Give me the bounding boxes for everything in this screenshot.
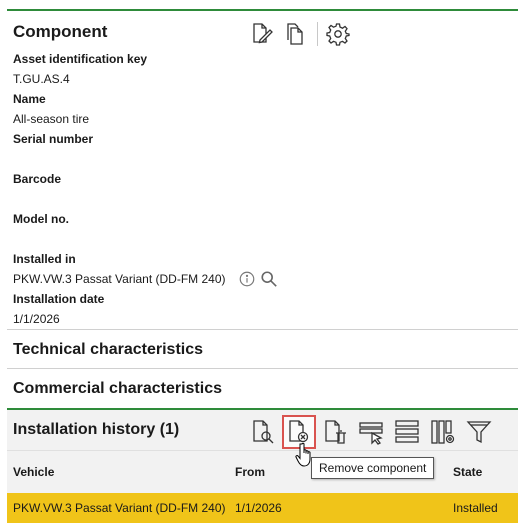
filter-icon[interactable] [463,416,495,448]
installation-history-title: Installation history (1) [13,421,180,438]
commercial-characteristics-section[interactable]: Commercial characteristics [7,368,518,407]
field-value[interactable]: 1/1/2026 [13,309,518,329]
technical-characteristics-section[interactable]: Technical characteristics [7,329,518,368]
field-installed-in: Installed in PKW.VW.3 Passat Variant (DD… [13,249,518,289]
field-label: Installed in [13,252,76,266]
component-header: Component [7,9,518,49]
commercial-characteristics-title: Commercial characteristics [13,380,222,397]
installed-in-value[interactable]: PKW.VW.3 Passat Variant (DD-FM 240) [13,269,226,289]
field-barcode: Barcode [13,169,518,209]
component-fields: Asset identification key T.GU.AS.4 Name … [7,49,518,329]
info-icon[interactable] [238,270,256,288]
copy-document-icon[interactable] [281,20,309,48]
field-label: Serial number [13,132,94,146]
table-row[interactable]: PKW.VW.3 Passat Variant (DD-FM 240) 1/1/… [7,492,518,523]
cell-vehicle: PKW.VW.3 Passat Variant (DD-FM 240) [7,492,229,523]
field-asset-id: Asset identification key T.GU.AS.4 [13,49,518,89]
field-name: Name All-season tire [13,89,518,129]
column-header-state[interactable]: State [447,450,518,493]
field-value[interactable]: T.GU.AS.4 [13,69,518,89]
component-toolbar [247,20,358,48]
field-label: Name [13,92,46,106]
preview-document-icon[interactable] [247,416,279,448]
cell-state: Installed [447,492,518,523]
cell-from: 1/1/2026 [229,492,331,523]
installation-history-toolbar [247,415,499,449]
delete-document-icon[interactable] [319,416,351,448]
field-label: Asset identification key [13,52,148,66]
technical-characteristics-title: Technical characteristics [13,341,204,358]
field-installation-date: Installation date 1/1/2026 [13,289,518,329]
component-title: Component [13,22,108,41]
toolbar-divider [317,22,318,46]
gear-icon[interactable] [324,20,352,48]
field-label: Barcode [13,172,62,186]
field-value[interactable]: All-season tire [13,109,518,129]
rows-icon[interactable] [391,416,423,448]
component-panel: Component Asset identification key T.GU.… [7,9,518,523]
column-settings-icon[interactable] [427,416,459,448]
field-label: Installation date [13,292,105,306]
column-header-vehicle[interactable]: Vehicle [7,450,229,493]
table-header-row: Vehicle From State [7,450,518,493]
installation-history-header: Installation history (1) [7,410,518,450]
field-value-row: PKW.VW.3 Passat Variant (DD-FM 240) [13,269,518,289]
select-column-icon[interactable] [355,416,387,448]
field-model-no: Model no. [13,209,518,249]
installed-in-actions [238,270,282,288]
search-icon[interactable] [260,270,278,288]
cell-to [331,492,447,523]
field-label: Model no. [13,212,69,226]
remove-component-tooltip: Remove component [311,457,435,479]
installation-history-table: Vehicle From State PKW.VW.3 Passat Varia… [7,450,518,523]
edit-document-icon[interactable] [247,20,275,48]
hand-cursor-icon [295,442,311,467]
installation-history-section: Installation history (1) Vehicle From St… [7,408,518,523]
field-serial-number: Serial number [13,129,518,169]
